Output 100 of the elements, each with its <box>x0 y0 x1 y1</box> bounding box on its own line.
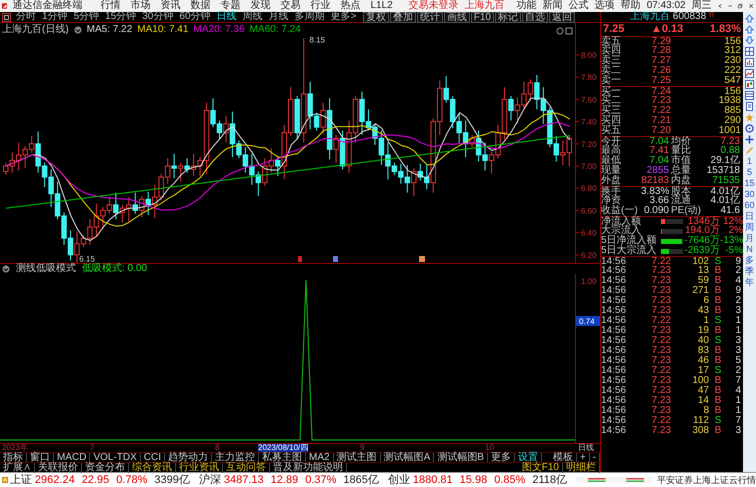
period-shortcut[interactable]: 15 <box>744 179 754 188</box>
trade-side: S <box>714 256 722 266</box>
indicator-tab[interactable]: 测试幅图B <box>434 452 488 462</box>
menu-item[interactable]: 行情 <box>95 1 126 11</box>
period-tab[interactable]: 15分钟 <box>102 12 140 22</box>
period-shortcut[interactable]: 多 <box>745 256 754 265</box>
period-shortcut[interactable]: 年 <box>745 278 754 287</box>
period-shortcut[interactable]: 季 <box>745 267 754 276</box>
toolbar-button[interactable]: F10 <box>470 12 494 22</box>
period-tab[interactable]: 分时 <box>13 12 39 22</box>
indicator-tab[interactable]: 指标 <box>0 452 27 462</box>
indicator-tab[interactable]: 测试主图 <box>334 452 381 462</box>
indicator-tab[interactable]: 主力监控 <box>212 452 260 462</box>
indicator-tab[interactable]: 私募主图 <box>259 452 306 462</box>
grid-icon[interactable] <box>745 47 754 56</box>
trade-volume: 83 <box>696 346 709 356</box>
chart-options-icon[interactable] <box>556 28 572 34</box>
trade-volume: 6 <box>702 296 709 306</box>
star-icon[interactable] <box>745 113 754 122</box>
menu-item[interactable]: L1L2 <box>365 1 398 11</box>
template-button[interactable]: 模板 <box>550 452 577 462</box>
menu-item[interactable]: 资讯 <box>155 1 186 11</box>
restore-icon[interactable] <box>738 2 743 10</box>
menu-item[interactable]: 发现 <box>245 1 276 11</box>
line-chart-icon[interactable] <box>745 69 754 78</box>
period-shortcut[interactable]: N <box>746 245 753 254</box>
index-turnover: 2118亿 <box>532 474 568 486</box>
toolbar-button[interactable]: 统计 <box>416 12 443 22</box>
period-tab[interactable]: 30分钟 <box>139 12 176 22</box>
dropdown-icon[interactable] <box>2 265 10 273</box>
indicator-tab[interactable]: 设置 <box>514 452 542 462</box>
period-shortcut[interactable]: 60 <box>744 201 754 210</box>
period-shortcut[interactable]: 日 <box>745 212 754 221</box>
stat-value: 153718 <box>706 166 740 176</box>
period-shortcut[interactable]: 周 <box>745 223 754 232</box>
trade-volume: 8 <box>702 406 709 416</box>
period-tab[interactable]: 月线 <box>266 12 292 22</box>
period-shortcut[interactable]: 5 <box>746 168 752 177</box>
panel-toggle-icon[interactable] <box>2 12 11 22</box>
axis-label: 7.20 <box>581 140 597 149</box>
menu-item[interactable]: 帮助 <box>618 1 644 11</box>
indicator-tab[interactable]: MACD <box>54 452 90 462</box>
indicator-tab[interactable]: CCI <box>140 452 166 462</box>
order-price: 7.29 <box>650 36 671 46</box>
trade-side: B <box>714 266 722 276</box>
order-volume: 290 <box>723 116 741 126</box>
menu-item[interactable]: 选项 <box>592 1 618 11</box>
toolbar-button[interactable]: 返回 <box>549 12 575 22</box>
template-button[interactable]: + <box>576 452 590 462</box>
menu-item[interactable]: 专题 <box>215 1 246 11</box>
document-icon[interactable] <box>745 102 754 111</box>
period-tab[interactable]: 1分钟 <box>39 12 71 22</box>
indicator-tab[interactable]: MA2 <box>306 452 334 462</box>
indicator-tab[interactable]: 趋势动力 <box>165 452 212 462</box>
menu-item[interactable]: 数据 <box>185 1 216 11</box>
period-tab[interactable]: 5分钟 <box>70 12 102 22</box>
toolbar-button[interactable]: 画线 <box>444 12 470 22</box>
indicator-tab[interactable]: 测试幅图A <box>380 452 434 462</box>
menu-item[interactable]: 热点 <box>335 1 366 11</box>
indicator-tab[interactable]: 更多 <box>488 452 515 462</box>
close-icon[interactable] <box>748 2 753 10</box>
axis-label: 7.80 <box>581 73 597 82</box>
table-icon[interactable] <box>745 91 754 100</box>
menu-item[interactable]: 行业 <box>305 1 336 11</box>
trade-time: 14:56 <box>601 326 628 336</box>
index-turnover: 3399亿 <box>154 474 190 486</box>
market-icon[interactable] <box>2 475 8 485</box>
period-shortcut[interactable]: 月 <box>745 234 754 243</box>
axis-label: 7.00 <box>581 162 597 171</box>
toolbar-button[interactable]: 叠加 <box>390 12 416 22</box>
period-tab[interactable]: 60分钟 <box>176 12 214 22</box>
trade-time: 14:56 <box>601 416 628 426</box>
toolbar-button[interactable]: 自选 <box>522 12 548 22</box>
period-shortcut[interactable]: 30 <box>744 190 754 199</box>
stat-label: 均价 <box>670 136 692 146</box>
toolbar-button[interactable]: 标记 <box>495 12 521 22</box>
gear-icon[interactable] <box>745 124 754 133</box>
trade-count: 9 <box>734 256 741 266</box>
period-tab[interactable]: 多周期 <box>292 12 328 22</box>
arrow-down-icon[interactable] <box>745 36 754 45</box>
dropdown-icon[interactable] <box>74 26 82 34</box>
menu-item[interactable]: 功能 <box>514 1 540 11</box>
move-icon[interactable] <box>745 135 754 144</box>
period-tab[interactable]: 更多> <box>328 12 360 22</box>
indicator-tab[interactable]: VOL-TDX <box>90 452 141 462</box>
order-level: 买四 <box>601 116 622 126</box>
trade-price: 7.22 <box>650 256 671 266</box>
toolbar-button[interactable]: 复权 <box>362 12 389 22</box>
candle-icon[interactable] <box>745 80 754 89</box>
bar-chart-icon[interactable] <box>745 58 754 67</box>
flow-percent: 12% <box>722 216 743 226</box>
ma-value: MA60: 7.24 <box>250 25 301 35</box>
template-button[interactable]: - <box>590 452 600 462</box>
period-tab[interactable]: 周线 <box>240 12 266 22</box>
period-tab[interactable]: 日线 <box>214 12 240 22</box>
menu-item[interactable]: 公式 <box>566 1 592 11</box>
order-level: 买五 <box>601 126 622 136</box>
period-shortcut[interactable]: 1 <box>746 157 752 166</box>
back-icon[interactable] <box>718 2 722 10</box>
indicator-tab[interactable]: 窗口 <box>27 452 54 462</box>
